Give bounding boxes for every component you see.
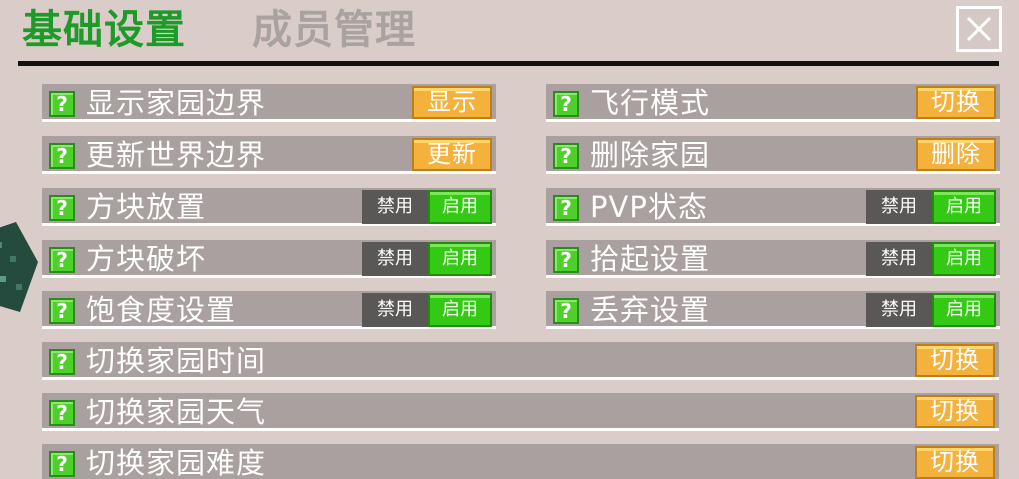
setting-label: 丢弃设置 <box>590 293 711 327</box>
setting-row-left-2: ? 方块放置 禁用 启用 <box>42 188 496 226</box>
help-question-icon[interactable]: ? <box>49 195 75 221</box>
setting-row-right-1: ? 删除家园 删除 <box>546 136 1000 174</box>
setting-row-left-3: ? 方块破坏 禁用 启用 <box>42 240 496 278</box>
close-button[interactable] <box>956 6 1002 52</box>
action-button[interactable]: 切换 <box>915 446 995 479</box>
setting-label: 飞行模式 <box>590 86 711 120</box>
setting-label: 更新世界边界 <box>86 138 267 172</box>
action-button[interactable]: 切换 <box>916 86 996 119</box>
enable-option[interactable]: 启用 <box>932 190 996 224</box>
setting-label: 切换家园难度 <box>86 446 267 479</box>
enable-option[interactable]: 启用 <box>428 242 492 276</box>
setting-row-full-0: ? 切换家园时间 切换 <box>42 342 999 380</box>
help-question-icon[interactable]: ? <box>49 451 75 477</box>
setting-row-right-4: ? 丢弃设置 禁用 启用 <box>546 291 1000 329</box>
setting-row-right-2: ? PVP状态 禁用 启用 <box>546 188 1000 226</box>
header: 基础设置 成员管理 <box>0 0 1019 64</box>
help-question-icon[interactable]: ? <box>49 298 75 324</box>
help-question-icon[interactable]: ? <box>49 247 75 273</box>
disable-option[interactable]: 禁用 <box>362 293 428 327</box>
help-question-icon[interactable]: ? <box>49 349 75 375</box>
enable-option[interactable]: 启用 <box>932 242 996 276</box>
enable-toggle[interactable]: 禁用 启用 <box>866 190 996 224</box>
help-question-icon[interactable]: ? <box>553 91 579 117</box>
disable-option[interactable]: 禁用 <box>866 190 932 224</box>
header-divider <box>18 61 999 66</box>
disable-option[interactable]: 禁用 <box>362 242 428 276</box>
setting-row-left-0: ? 显示家园边界 显示 <box>42 84 496 122</box>
close-x-icon <box>966 16 992 42</box>
setting-row-left-1: ? 更新世界边界 更新 <box>42 136 496 174</box>
setting-row-right-3: ? 拾起设置 禁用 启用 <box>546 240 1000 278</box>
enable-toggle[interactable]: 禁用 启用 <box>362 293 492 327</box>
setting-label: 方块放置 <box>86 190 207 224</box>
disable-option[interactable]: 禁用 <box>866 293 932 327</box>
enable-option[interactable]: 启用 <box>932 293 996 327</box>
help-question-icon[interactable]: ? <box>553 143 579 169</box>
enable-toggle[interactable]: 禁用 启用 <box>866 293 996 327</box>
side-decoration <box>0 222 38 312</box>
help-question-icon[interactable]: ? <box>49 91 75 117</box>
help-question-icon[interactable]: ? <box>553 195 579 221</box>
help-question-icon[interactable]: ? <box>49 400 75 426</box>
enable-toggle[interactable]: 禁用 启用 <box>362 242 492 276</box>
enable-option[interactable]: 启用 <box>428 190 492 224</box>
setting-row-full-1: ? 切换家园天气 切换 <box>42 393 999 431</box>
action-button[interactable]: 切换 <box>915 395 995 428</box>
action-button[interactable]: 更新 <box>412 138 492 171</box>
setting-label: 删除家园 <box>590 138 711 172</box>
enable-toggle[interactable]: 禁用 启用 <box>866 242 996 276</box>
setting-label: 切换家园天气 <box>86 395 267 429</box>
setting-label: 显示家园边界 <box>86 86 267 120</box>
disable-option[interactable]: 禁用 <box>362 190 428 224</box>
action-button[interactable]: 删除 <box>916 138 996 171</box>
setting-row-full-2: ? 切换家园难度 切换 <box>42 444 999 479</box>
tab-member-management[interactable]: 成员管理 <box>252 6 416 54</box>
help-question-icon[interactable]: ? <box>553 298 579 324</box>
action-button[interactable]: 切换 <box>915 344 995 377</box>
setting-row-left-4: ? 饱食度设置 禁用 启用 <box>42 291 496 329</box>
setting-row-right-0: ? 飞行模式 切换 <box>546 84 1000 122</box>
help-question-icon[interactable]: ? <box>49 143 75 169</box>
enable-toggle[interactable]: 禁用 启用 <box>362 190 492 224</box>
setting-label: 拾起设置 <box>590 242 711 276</box>
disable-option[interactable]: 禁用 <box>866 242 932 276</box>
help-question-icon[interactable]: ? <box>553 247 579 273</box>
setting-label: PVP状态 <box>590 190 708 224</box>
enable-option[interactable]: 启用 <box>428 293 492 327</box>
tab-basic-settings[interactable]: 基础设置 <box>22 6 186 54</box>
setting-label: 饱食度设置 <box>86 293 237 327</box>
setting-label: 切换家园时间 <box>86 344 267 378</box>
action-button[interactable]: 显示 <box>412 86 492 119</box>
setting-label: 方块破坏 <box>86 242 207 276</box>
